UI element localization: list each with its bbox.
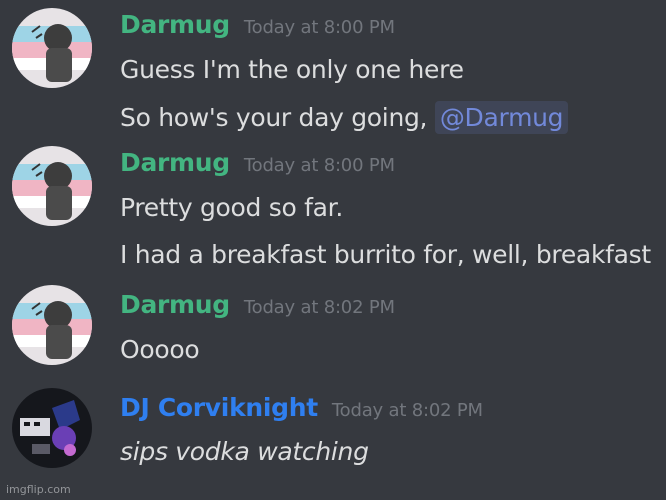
message-timestamp: Today at 8:00 PM [243, 17, 395, 38]
avatar[interactable] [12, 146, 92, 226]
avatar-image [12, 285, 92, 365]
avatar[interactable] [12, 285, 92, 365]
message-text-part: So how's your day going, [120, 103, 435, 132]
message-author[interactable]: Darmug [120, 148, 230, 177]
message-text: Guess I'm the only one here [120, 55, 464, 84]
avatar[interactable] [12, 8, 92, 88]
message-timestamp: Today at 8:02 PM [331, 400, 483, 421]
message-text: So how's your day going, @Darmug [120, 101, 569, 134]
message-text: sips vodka watching [120, 437, 369, 466]
message-text: Ooooo [120, 335, 200, 364]
watermark: imgflip.com [6, 483, 71, 496]
message-author[interactable]: Darmug [120, 290, 230, 319]
message-author[interactable]: Darmug [120, 10, 230, 39]
avatar-image [12, 388, 92, 468]
avatar[interactable] [12, 388, 92, 468]
message-text: Pretty good so far. [120, 193, 343, 222]
chat-message-list: Darmug Today at 8:00 PM Guess I'm the on… [0, 0, 666, 500]
message-timestamp: Today at 8:02 PM [243, 297, 395, 318]
user-mention[interactable]: @Darmug [434, 101, 569, 134]
avatar-image [12, 146, 92, 226]
message-text: I had a breakfast burrito for, well, bre… [120, 240, 651, 269]
avatar-image [12, 8, 92, 88]
message-timestamp: Today at 8:00 PM [243, 155, 395, 176]
message-author[interactable]: DJ Corviknight [120, 393, 318, 422]
